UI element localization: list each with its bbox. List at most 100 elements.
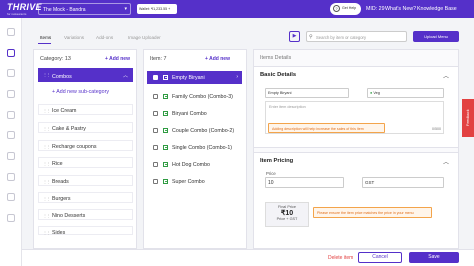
item-label: Biryani Combo — [172, 111, 207, 117]
item-name-input[interactable]: Empty Biryani — [265, 88, 349, 98]
drag-handle-icon[interactable]: ⋮⋮ — [43, 196, 50, 201]
store-name: The Mock - Bandra — [43, 7, 86, 13]
support-icon[interactable] — [7, 214, 15, 222]
food-type-value: Veg — [373, 91, 380, 95]
chevron-up-icon[interactable]: ︿ — [443, 157, 449, 166]
play-button[interactable]: ▶ — [289, 31, 300, 42]
tab-image-uploader[interactable]: Image Uploader — [128, 35, 161, 40]
category-label: Cake & Pastry — [52, 126, 86, 132]
help-icon: ? — [333, 5, 340, 12]
menu-icon[interactable] — [7, 49, 15, 57]
category-label: Rice — [52, 161, 63, 167]
category-item[interactable]: ⋮⋮ Breads — [38, 175, 133, 186]
add-item-button[interactable]: + Add new — [205, 56, 230, 62]
logo-subtitle: for restaurants — [7, 12, 27, 16]
knowledge-base-link[interactable]: Knowledge Base — [417, 6, 457, 12]
veg-indicator-icon — [163, 93, 168, 99]
category-item[interactable]: ⋮⋮ Sides — [38, 226, 133, 236]
tab-items[interactable]: Items — [40, 35, 51, 40]
item-checkbox[interactable] — [153, 127, 158, 133]
drag-handle-icon[interactable]: ⋮⋮ — [43, 230, 50, 235]
settings-icon[interactable] — [7, 193, 15, 201]
search-placeholder: Search by item or category — [316, 35, 367, 40]
item-row[interactable]: Family Combo (Combo-3) — [147, 90, 242, 103]
drag-handle-icon[interactable]: ⋮⋮ — [43, 161, 50, 166]
drag-handle-icon[interactable]: ⋮⋮ — [43, 108, 50, 113]
get-help-button[interactable]: ? Get Help — [330, 3, 361, 15]
save-button[interactable]: Save — [409, 252, 459, 263]
chevron-right-icon: › — [236, 74, 238, 80]
veg-indicator-icon — [163, 144, 168, 150]
category-item[interactable]: ⋮⋮ Recharge coupons — [38, 140, 133, 151]
item-label: Single Combo (Combo-1) — [172, 145, 233, 151]
get-help-label: Get Help — [342, 6, 357, 10]
chevron-up-icon[interactable]: ︿ — [443, 71, 449, 80]
wallet-button[interactable]: Wallet: ₹1,233.55 + — [137, 4, 177, 14]
feedback-tab[interactable]: Feedback — [462, 99, 474, 137]
drag-handle-icon[interactable]: ⋮⋮ — [43, 72, 50, 77]
search-input[interactable]: ⚲ Search by item or category — [306, 31, 407, 42]
category-item[interactable]: ⋮⋮ Burgers — [38, 192, 133, 203]
price-label: Price — [266, 171, 276, 176]
category-item[interactable]: ⋮⋮ Nino Desserts — [38, 209, 133, 220]
add-category-button[interactable]: + Add new — [105, 56, 130, 62]
basic-details-title: Basic Details — [260, 72, 297, 78]
delete-item-link[interactable]: Delete item — [328, 255, 353, 261]
home-icon[interactable] — [7, 28, 15, 36]
tab-variations[interactable]: Variations — [64, 35, 84, 40]
orders-icon[interactable] — [7, 69, 15, 77]
reports-icon[interactable] — [7, 173, 15, 181]
category-item[interactable]: ⋮⋮ Cake & Pastry — [38, 122, 133, 133]
final-price-box: Final Price ₹10 Price + GST — [265, 202, 309, 227]
category-label: Sides — [52, 230, 66, 236]
tab-add-ons[interactable]: Add-ons — [96, 35, 113, 40]
food-type-select[interactable]: ● Veg — [367, 88, 444, 98]
marketing-icon[interactable] — [7, 152, 15, 160]
item-row[interactable]: Couple Combo (Combo-2) — [147, 124, 242, 137]
price-input[interactable]: 10 — [265, 177, 344, 188]
veg-indicator-icon — [163, 161, 168, 167]
drag-handle-icon[interactable]: ⋮⋮ — [43, 144, 50, 149]
search-icon: ⚲ — [309, 34, 313, 40]
customers-icon[interactable] — [7, 111, 15, 119]
drag-handle-icon[interactable]: ⋮⋮ — [43, 126, 50, 131]
item-checkbox[interactable] — [153, 74, 158, 80]
item-checkbox[interactable] — [153, 110, 158, 116]
item-checkbox[interactable] — [153, 161, 158, 167]
description-warning: Adding description will help increase th… — [268, 123, 385, 133]
description-counter: 0/500 — [432, 127, 441, 131]
item-row[interactable]: Super Combo — [147, 175, 242, 188]
gst-select[interactable]: GST — [362, 177, 444, 188]
item-row-selected[interactable]: Empty Biryani › — [147, 71, 242, 84]
store-selector[interactable]: The Mock - Bandra ▾ — [38, 3, 131, 15]
whats-new-link[interactable]: What's New? — [385, 6, 416, 12]
item-label: Hot Dog Combo — [172, 162, 210, 168]
item-count: Item: 7 — [150, 56, 167, 62]
category-item[interactable]: ⋮⋮ Rice — [38, 157, 133, 168]
item-row[interactable]: Hot Dog Combo — [147, 158, 242, 171]
category-label: Combos — [52, 73, 72, 80]
add-sub-category-button[interactable]: + Add new sub-category — [38, 85, 133, 99]
mid-label: MID: 29 — [366, 6, 385, 12]
price-gst-label: Price + GST — [276, 217, 298, 221]
category-label: Breads — [52, 179, 69, 185]
chevron-down-icon: ▾ — [124, 6, 127, 12]
item-checkbox[interactable] — [153, 178, 158, 184]
upload-menu-button[interactable]: Upload Menu — [413, 31, 459, 42]
category-label: Recharge coupons — [52, 144, 97, 150]
item-row[interactable]: Single Combo (Combo-1) — [147, 141, 242, 154]
loyalty-icon[interactable] — [7, 131, 15, 139]
active-tab-indicator — [38, 43, 51, 44]
category-item-combos[interactable]: ⋮⋮ Combos ︿ — [38, 68, 133, 82]
drag-handle-icon[interactable]: ⋮⋮ — [43, 179, 50, 184]
drag-handle-icon[interactable]: ⋮⋮ — [43, 213, 50, 218]
item-row[interactable]: Biryani Combo — [147, 107, 242, 120]
bottom-action-bar — [22, 249, 474, 266]
analytics-icon[interactable] — [7, 90, 15, 98]
logo: THRIVE — [7, 2, 42, 12]
category-item[interactable]: ⋮⋮ Ice Cream — [38, 104, 133, 115]
cancel-button[interactable]: Cancel — [358, 252, 402, 263]
item-checkbox[interactable] — [153, 93, 158, 99]
price-warning: Please ensure the item price matches the… — [313, 207, 432, 218]
item-checkbox[interactable] — [153, 144, 158, 150]
